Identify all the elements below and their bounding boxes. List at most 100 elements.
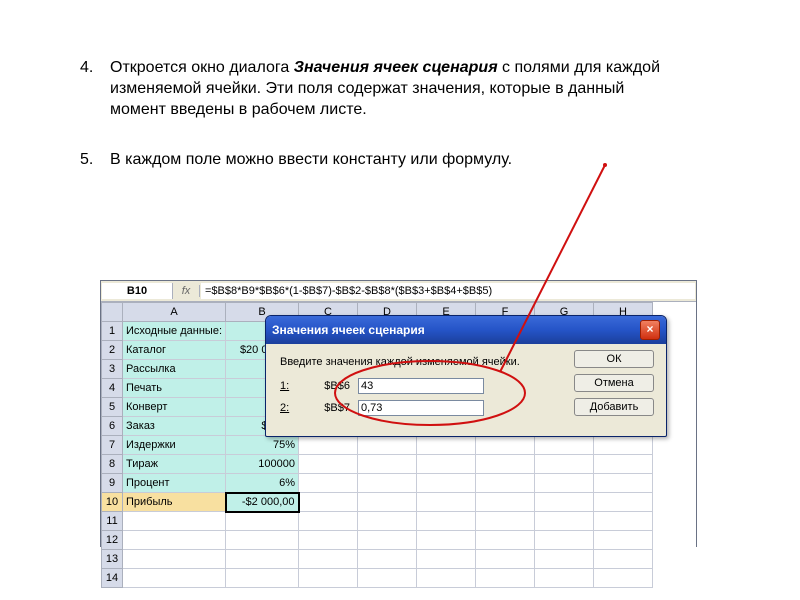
fx-icon[interactable]: fx — [173, 285, 200, 297]
cell-empty[interactable] — [299, 569, 358, 588]
cell-empty[interactable] — [476, 455, 535, 474]
cell-empty[interactable] — [417, 531, 476, 550]
cell-empty[interactable] — [594, 569, 653, 588]
row-header[interactable]: 12 — [102, 531, 123, 550]
cell-label[interactable]: Каталог — [123, 341, 226, 360]
cell-empty[interactable] — [535, 436, 594, 455]
cell-empty[interactable] — [417, 436, 476, 455]
row-header[interactable]: 14 — [102, 569, 123, 588]
cell-label[interactable] — [123, 550, 226, 569]
cell-empty[interactable] — [299, 474, 358, 493]
cell-label[interactable]: Прибыль — [123, 493, 226, 512]
cell-empty[interactable] — [535, 531, 594, 550]
cell-value[interactable] — [226, 569, 299, 588]
cell-empty[interactable] — [535, 493, 594, 512]
cell-label[interactable]: Процент — [123, 474, 226, 493]
row-header[interactable]: 6 — [102, 417, 123, 436]
row-header[interactable]: 4 — [102, 379, 123, 398]
cell-label[interactable]: Тираж — [123, 455, 226, 474]
cell-label[interactable]: Издержки — [123, 436, 226, 455]
column-header-A[interactable]: A — [123, 303, 226, 322]
cell-empty[interactable] — [358, 474, 417, 493]
cell-empty[interactable] — [476, 531, 535, 550]
row-header[interactable]: 7 — [102, 436, 123, 455]
cell-label[interactable]: Рассылка — [123, 360, 226, 379]
cell-empty[interactable] — [417, 455, 476, 474]
cell-empty[interactable] — [358, 531, 417, 550]
cell-empty[interactable] — [417, 550, 476, 569]
cell-empty[interactable] — [594, 474, 653, 493]
cell-empty[interactable] — [417, 493, 476, 512]
table-row[interactable]: 10Прибыль-$2 000,00 — [102, 493, 653, 512]
row-header[interactable]: 13 — [102, 550, 123, 569]
cell-empty[interactable] — [358, 436, 417, 455]
cell-value[interactable]: 6% — [226, 474, 299, 493]
table-row[interactable]: 12 — [102, 531, 653, 550]
table-row[interactable]: 8Тираж100000 — [102, 455, 653, 474]
row-header[interactable]: 5 — [102, 398, 123, 417]
cancel-button[interactable]: Отмена — [574, 374, 654, 392]
table-row[interactable]: 9Процент6% — [102, 474, 653, 493]
cell-empty[interactable] — [299, 550, 358, 569]
cell-label[interactable] — [123, 512, 226, 531]
cell-label[interactable] — [123, 569, 226, 588]
table-row[interactable]: 7Издержки75% — [102, 436, 653, 455]
cell-label[interactable]: Исходные данные: — [123, 322, 226, 341]
row-header[interactable]: 10 — [102, 493, 123, 512]
row-header[interactable]: 3 — [102, 360, 123, 379]
cell-empty[interactable] — [594, 512, 653, 531]
table-row[interactable]: 14 — [102, 569, 653, 588]
cell-empty[interactable] — [476, 569, 535, 588]
cell-empty[interactable] — [417, 474, 476, 493]
field-value-input[interactable] — [358, 378, 484, 394]
row-header[interactable]: 1 — [102, 322, 123, 341]
cell-empty[interactable] — [358, 512, 417, 531]
header-corner[interactable] — [102, 303, 123, 322]
cell-label[interactable]: Заказ — [123, 417, 226, 436]
cell-empty[interactable] — [476, 493, 535, 512]
cell-empty[interactable] — [594, 550, 653, 569]
cell-value[interactable] — [226, 531, 299, 550]
cell-empty[interactable] — [535, 569, 594, 588]
cell-empty[interactable] — [476, 436, 535, 455]
cell-empty[interactable] — [299, 512, 358, 531]
cell-empty[interactable] — [358, 493, 417, 512]
cell-value[interactable]: -$2 000,00 — [226, 493, 299, 512]
cell-empty[interactable] — [535, 550, 594, 569]
table-row[interactable]: 13 — [102, 550, 653, 569]
cell-empty[interactable] — [594, 493, 653, 512]
row-header[interactable]: 11 — [102, 512, 123, 531]
cell-empty[interactable] — [417, 512, 476, 531]
cell-empty[interactable] — [535, 512, 594, 531]
cell-value[interactable]: 100000 — [226, 455, 299, 474]
cell-empty[interactable] — [535, 455, 594, 474]
formula-input[interactable]: =$B$8*B9*$B$6*(1-$B$7)-$B$2-$B$8*($B$3+$… — [201, 283, 695, 299]
cell-value[interactable] — [226, 512, 299, 531]
row-header[interactable]: 8 — [102, 455, 123, 474]
cell-empty[interactable] — [594, 455, 653, 474]
ok-button[interactable]: ОК — [574, 350, 654, 368]
cell-empty[interactable] — [299, 455, 358, 474]
cell-empty[interactable] — [476, 512, 535, 531]
cell-empty[interactable] — [358, 455, 417, 474]
cell-value[interactable]: 75% — [226, 436, 299, 455]
field-value-input[interactable] — [358, 400, 484, 416]
cell-label[interactable]: Печать — [123, 379, 226, 398]
cell-label[interactable]: Конверт — [123, 398, 226, 417]
cell-empty[interactable] — [417, 569, 476, 588]
cell-empty[interactable] — [594, 531, 653, 550]
cell-empty[interactable] — [299, 436, 358, 455]
cell-empty[interactable] — [476, 474, 535, 493]
cell-empty[interactable] — [535, 474, 594, 493]
cell-empty[interactable] — [299, 493, 358, 512]
name-box[interactable]: B10 — [102, 283, 173, 299]
cell-value[interactable] — [226, 550, 299, 569]
cell-empty[interactable] — [594, 436, 653, 455]
cell-empty[interactable] — [476, 550, 535, 569]
cell-empty[interactable] — [358, 569, 417, 588]
cell-empty[interactable] — [299, 531, 358, 550]
row-header[interactable]: 2 — [102, 341, 123, 360]
table-row[interactable]: 11 — [102, 512, 653, 531]
cell-empty[interactable] — [358, 550, 417, 569]
add-button[interactable]: Добавить — [574, 398, 654, 416]
